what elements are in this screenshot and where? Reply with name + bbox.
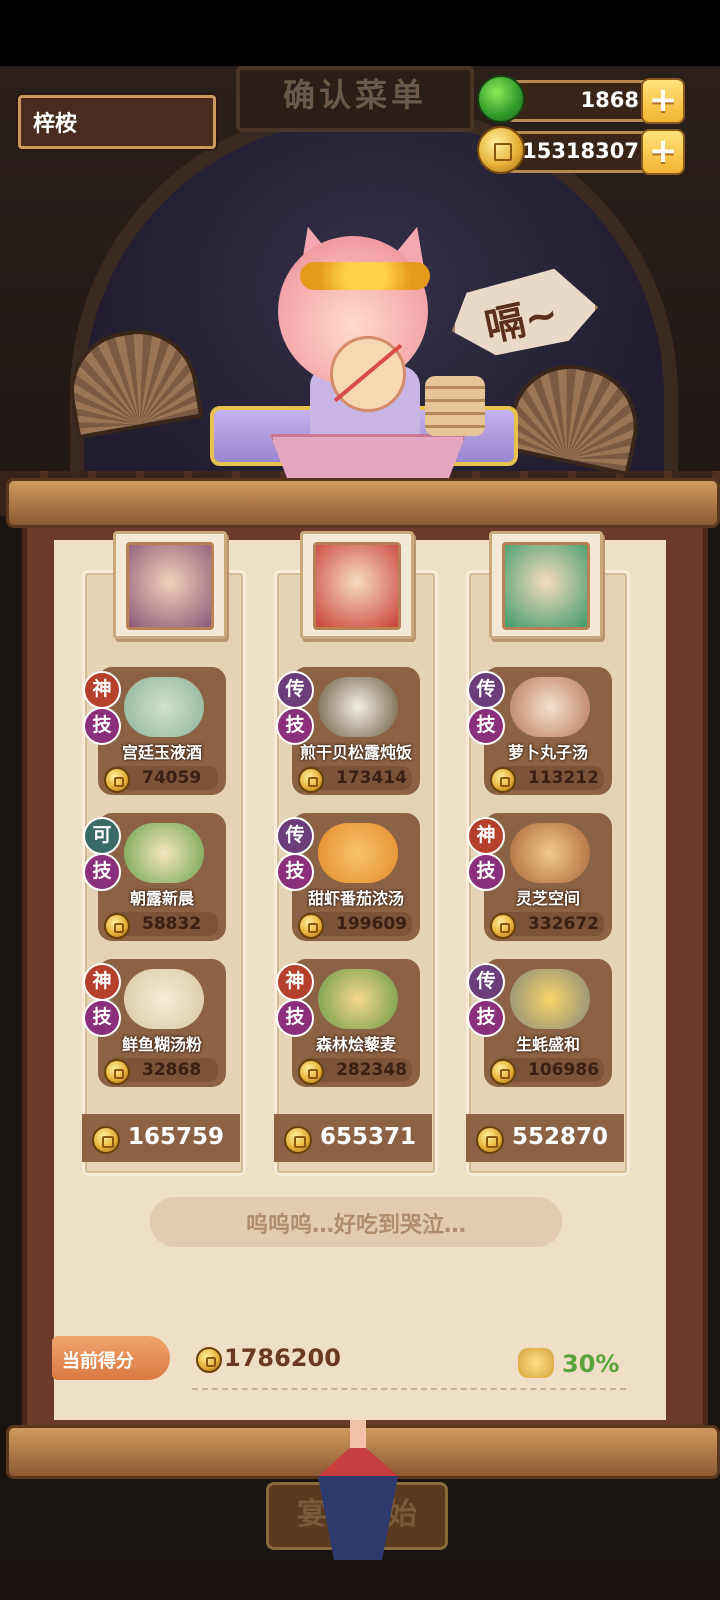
dish-name: 灵芝空间 (515, 889, 580, 908)
dish-image (124, 823, 204, 883)
dish-name: 鲜鱼糊汤粉 (121, 1035, 202, 1054)
dish-image (124, 677, 204, 737)
skill-badge: 技 (83, 999, 121, 1037)
dish-name: 甜虾番茄浓汤 (307, 889, 404, 908)
jade-currency: 1868 + (477, 75, 685, 124)
chef-avatar-icon (126, 542, 214, 630)
column-total: 655371 (274, 1114, 432, 1162)
dish-name: 朝露新晨 (129, 889, 194, 908)
dish-image (318, 823, 398, 883)
dish-name: 生蚝盛和 (515, 1035, 580, 1054)
coin-icon (298, 767, 324, 793)
flower-crown (300, 262, 430, 290)
dish-name: 森林烩藜麦 (315, 1035, 396, 1054)
rank-badge: 传 (467, 963, 505, 1001)
skill-badge: 技 (276, 707, 314, 745)
skill-badge: 技 (467, 707, 505, 745)
skill-badge: 技 (276, 853, 314, 891)
dish-image (510, 969, 590, 1029)
skill-badge: 技 (83, 853, 121, 891)
dish-price: 32868 (142, 1060, 202, 1080)
coin-icon (490, 767, 516, 793)
coin-icon (104, 913, 130, 939)
skill-badge: 技 (83, 707, 121, 745)
dish-name: 宫廷玉液酒 (121, 743, 202, 762)
bonus-icon (518, 1348, 554, 1378)
skill-badge: 技 (276, 999, 314, 1037)
jade-amount: 1868 (580, 88, 639, 112)
dish-name: 萝卜丸子汤 (507, 743, 588, 762)
coin-icon (92, 1126, 120, 1154)
rank-badge: 神 (83, 671, 121, 709)
coin-icon (490, 913, 516, 939)
bonus-percent: 30% (562, 1350, 620, 1378)
coin-icon (284, 1126, 312, 1154)
column-total: 552870 (466, 1114, 624, 1162)
dish-price: 74059 (142, 768, 202, 788)
rank-badge: 传 (276, 671, 314, 709)
add-gold-button[interactable]: + (641, 129, 685, 175)
skill-badge: 技 (467, 999, 505, 1037)
skill-badge: 技 (467, 853, 505, 891)
title-sign: 确认菜单 (236, 66, 474, 132)
column-total-value: 655371 (320, 1124, 417, 1150)
chef-avatar-icon (502, 542, 590, 630)
coin-icon (476, 1126, 504, 1154)
guest-comment: 呜呜呜…好吃到哭泣… (150, 1197, 562, 1247)
coin-icon (196, 1347, 222, 1373)
chef-portrait-2[interactable] (300, 531, 414, 639)
divider (192, 1388, 626, 1390)
player-name-box: 梓桉 (18, 95, 216, 149)
dish-image (318, 677, 398, 737)
dish-price: 58832 (142, 914, 202, 934)
rank-badge: 神 (276, 963, 314, 1001)
rank-badge: 神 (83, 963, 121, 1001)
coin-icon (298, 913, 324, 939)
add-jade-button[interactable]: + (641, 78, 685, 124)
column-total: 165759 (82, 1114, 240, 1162)
score-value: 1786200 (224, 1344, 341, 1372)
chef-portrait-3[interactable] (489, 531, 603, 639)
status-bar (0, 0, 720, 66)
guest-comment-text: 呜呜呜…好吃到哭泣… (245, 1213, 466, 1238)
empty-plate (330, 336, 406, 412)
dish-image (124, 969, 204, 1029)
gold-amount: 15318307 (522, 139, 639, 163)
column-total-value: 552870 (512, 1124, 609, 1150)
rank-badge: 可 (83, 817, 121, 855)
score-label-tag: 当前得分 (52, 1336, 170, 1380)
chef-portrait-1[interactable] (113, 531, 227, 639)
coin-icon (104, 1059, 130, 1085)
dish-price: 113212 (528, 768, 599, 788)
player-name: 梓桉 (33, 112, 78, 137)
dish-price: 106986 (528, 1060, 599, 1080)
dish-price: 282348 (336, 1060, 407, 1080)
chef-avatar-icon (313, 542, 401, 630)
bottom-bar (0, 1560, 720, 1600)
dish-price: 173414 (336, 768, 407, 788)
coin-icon (298, 1059, 324, 1085)
stacked-bowls (425, 376, 485, 436)
gold-coin-icon (477, 126, 525, 174)
rank-badge: 神 (467, 817, 505, 855)
sign-title: 确认菜单 (282, 76, 427, 114)
dish-name: 煎干贝松露炖饭 (299, 743, 412, 762)
rank-badge: 传 (467, 671, 505, 709)
coin-icon (490, 1059, 516, 1085)
dish-price: 332672 (528, 914, 599, 934)
rank-badge: 传 (276, 817, 314, 855)
scroll-rod-top (6, 478, 720, 528)
column-total-value: 165759 (128, 1124, 225, 1150)
score-label: 当前得分 (62, 1351, 134, 1372)
dish-image (318, 969, 398, 1029)
dish-image (510, 677, 590, 737)
gold-currency: 15318307 + (477, 126, 685, 175)
jade-icon (477, 75, 525, 123)
coin-icon (104, 767, 130, 793)
dish-image (510, 823, 590, 883)
dish-price: 199609 (336, 914, 407, 934)
